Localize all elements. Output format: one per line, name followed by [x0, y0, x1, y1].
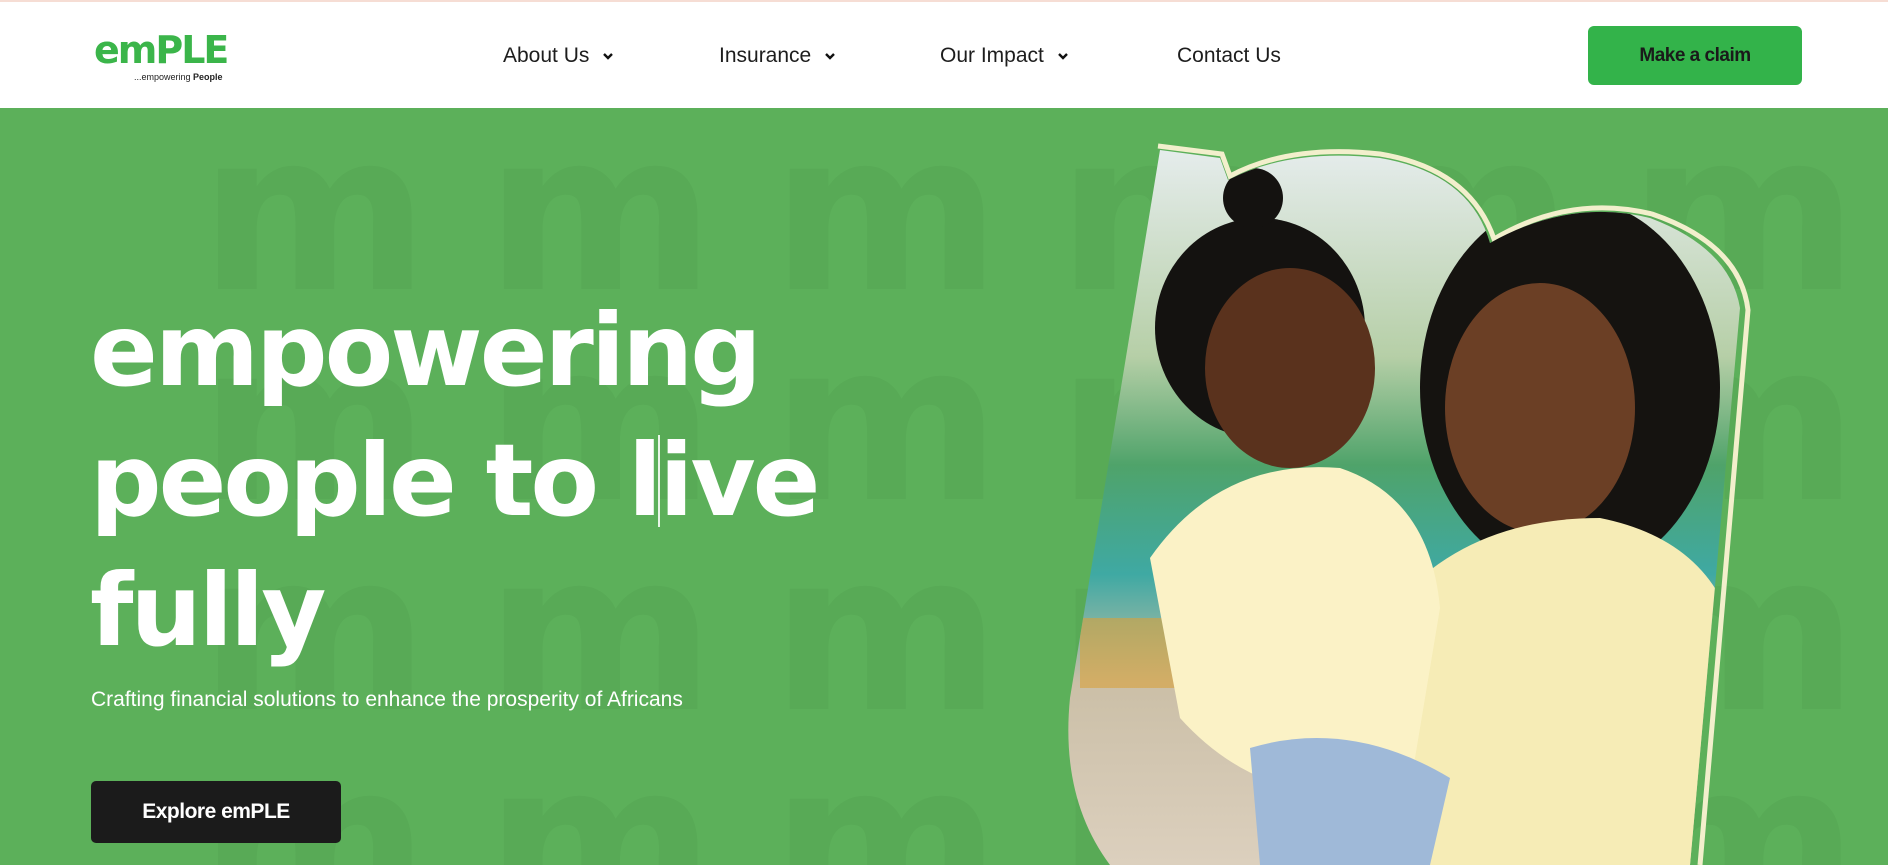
headline-line: fully	[90, 552, 326, 669]
nav-label: Contact Us	[1177, 44, 1281, 67]
chevron-down-icon	[603, 53, 614, 60]
nav-contact-us[interactable]: Contact Us	[1177, 44, 1281, 68]
hero-photo	[1068, 143, 1751, 865]
make-a-claim-button[interactable]: Make a claim	[1588, 26, 1802, 85]
chevron-down-icon	[825, 53, 836, 60]
logo-tagline: ...empowering People	[134, 72, 223, 82]
chevron-down-icon	[1058, 53, 1068, 60]
emple-logo[interactable]: emPLE ...empowering People	[94, 30, 234, 86]
nav-insurance[interactable]: Insurance	[719, 44, 836, 68]
headline-line: empowering	[90, 292, 762, 409]
hero-section: m m m m m m m m m m m m m m m m m m m m …	[0, 108, 1888, 865]
nav-label: About Us	[503, 44, 590, 67]
logo-text: emPLE	[94, 28, 229, 72]
nav-about-us[interactable]: About Us	[503, 44, 614, 68]
explore-button[interactable]: Explore emPLE	[91, 781, 341, 843]
nav-label: Insurance	[719, 44, 812, 67]
site-header: emPLE ...empowering People About Us Insu…	[0, 2, 1888, 108]
nav-our-impact[interactable]: Our Impact	[940, 44, 1068, 68]
hero-subtitle: Crafting financial solutions to enhance …	[91, 688, 683, 711]
headline-line: people to live	[90, 422, 821, 539]
hero-headline: empowering people to live fully	[90, 286, 821, 676]
nav-label: Our Impact	[940, 44, 1044, 67]
